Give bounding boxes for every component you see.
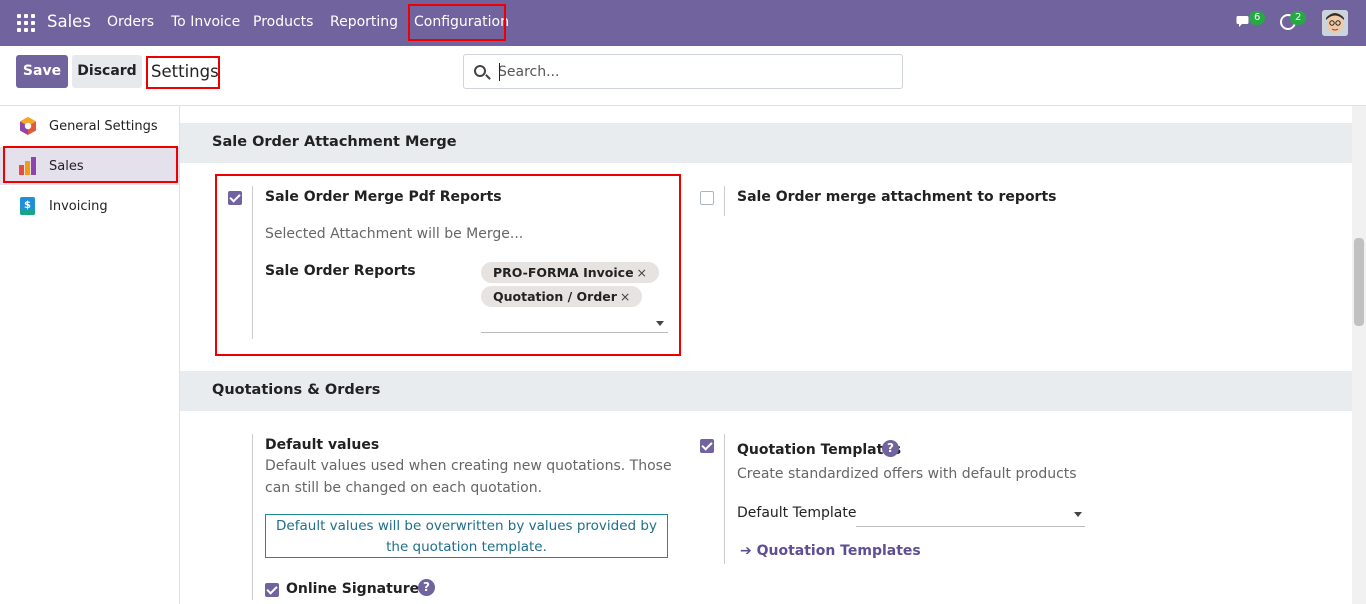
default-values-label: Default values xyxy=(265,437,380,453)
default-template-label: Default Template xyxy=(737,505,857,521)
quotation-templates-checkbox[interactable] xyxy=(700,439,714,453)
top-navbar: Sales Orders To Invoice Products Reporti… xyxy=(0,0,1366,46)
quotation-templates-link[interactable]: ➔ Quotation Templates xyxy=(740,543,921,559)
quotation-templates-description: Create standardized offers with default … xyxy=(737,466,1077,482)
sidebar-item-label: General Settings xyxy=(49,118,158,134)
save-button[interactable]: Save xyxy=(16,55,68,88)
nav-to-invoice[interactable]: To Invoice xyxy=(171,14,240,30)
highlight-box-configuration xyxy=(408,4,506,41)
user-avatar[interactable] xyxy=(1322,10,1348,36)
setting-divider xyxy=(724,186,725,216)
online-signature-checkbox[interactable] xyxy=(265,583,279,597)
apps-menu-icon[interactable] xyxy=(17,14,35,32)
sidebar-item-invoicing[interactable]: $ Invoicing xyxy=(0,187,179,225)
invoicing-icon: $ xyxy=(20,197,35,215)
discard-button[interactable]: Discard xyxy=(72,55,142,88)
sidebar-item-general-settings[interactable]: General Settings xyxy=(0,107,179,145)
merge-attachment-label: Sale Order merge attachment to reports xyxy=(737,189,1057,205)
help-question-icon[interactable]: ? xyxy=(882,440,899,457)
scrollbar-thumb[interactable] xyxy=(1354,238,1364,326)
online-signature-label: Online Signature xyxy=(286,581,420,597)
help-question-icon[interactable]: ? xyxy=(418,579,435,596)
chat-count-badge: 6 xyxy=(1249,11,1266,25)
activity-count-badge: 2 xyxy=(1290,11,1307,25)
search-box[interactable] xyxy=(463,54,903,89)
section-header-quotations-orders: Quotations & Orders xyxy=(180,371,1352,411)
page-title: Settings xyxy=(146,56,220,89)
setting-divider xyxy=(252,434,253,600)
highlight-box-merge-pdf xyxy=(215,174,681,356)
merge-attachment-checkbox[interactable] xyxy=(700,191,714,205)
link-label: Quotation Templates xyxy=(756,543,921,559)
app-brand[interactable]: Sales xyxy=(47,12,91,31)
setting-divider xyxy=(724,434,725,564)
search-icon xyxy=(474,65,486,77)
dropdown-caret-icon[interactable] xyxy=(1074,512,1082,517)
section-header-attachment-merge: Sale Order Attachment Merge xyxy=(180,123,1352,163)
general-settings-icon xyxy=(20,117,36,135)
avatar-face-icon xyxy=(1322,10,1348,36)
nav-products[interactable]: Products xyxy=(253,14,313,30)
svg-text:$: $ xyxy=(24,200,31,211)
section-title: Sale Order Attachment Merge xyxy=(212,134,457,150)
quotation-templates-label: Quotation Templates xyxy=(737,442,902,458)
settings-content: Sale Order Attachment Merge Sale Order M… xyxy=(180,106,1352,604)
page-scrollbar[interactable] xyxy=(1352,106,1366,604)
search-input[interactable] xyxy=(498,62,878,82)
control-panel: Save Discard Settings xyxy=(0,46,1366,106)
settings-sidebar: General Settings Sales $ Invoicing xyxy=(0,106,180,604)
arrow-right-icon: ➔ xyxy=(740,543,757,559)
default-values-description: Default values used when creating new qu… xyxy=(265,458,672,496)
highlight-box-sales xyxy=(3,146,178,183)
nav-orders[interactable]: Orders xyxy=(107,14,154,30)
default-template-select[interactable] xyxy=(856,526,1085,527)
default-values-info-box: Default values will be overwritten by va… xyxy=(265,514,668,558)
sidebar-item-label: Invoicing xyxy=(49,198,108,214)
nav-reporting[interactable]: Reporting xyxy=(330,14,398,30)
section-title: Quotations & Orders xyxy=(212,382,381,398)
text-cursor xyxy=(499,63,500,81)
